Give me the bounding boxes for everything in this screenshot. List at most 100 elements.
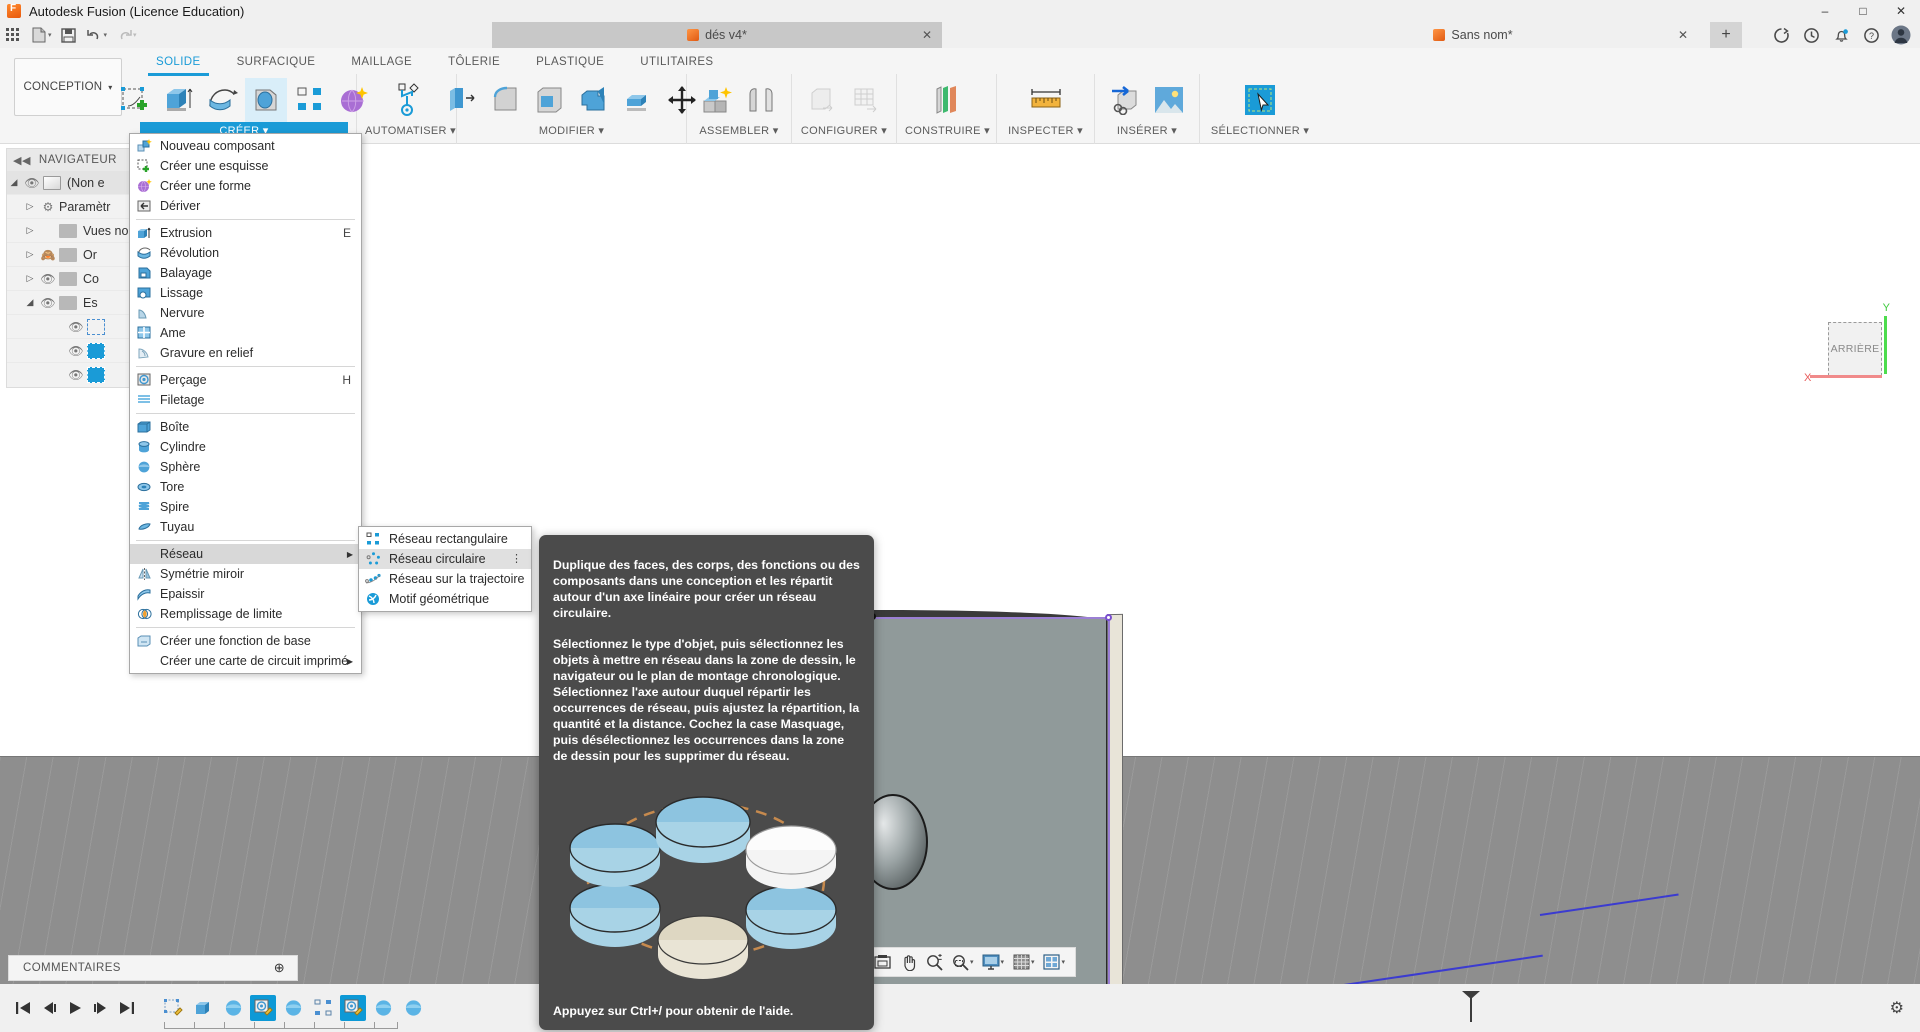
expand-triangle-icon[interactable]: ▷ <box>23 201 37 212</box>
visibility-eye-icon[interactable]: 👁 <box>21 176 43 190</box>
menu-item-gravure-en-relief[interactable]: Gravure en relief <box>130 343 361 363</box>
tab-maillage[interactable]: MAILLAGE <box>333 50 430 74</box>
visibility-eye-icon[interactable]: 👁 <box>65 320 87 334</box>
menu-item-filetage[interactable]: Filetage <box>130 390 361 410</box>
timeline-feature-extrude[interactable] <box>190 995 216 1021</box>
menu-item-balayage[interactable]: Balayage <box>130 263 361 283</box>
timeline-settings-gear-icon[interactable]: ⚙ <box>1890 998 1904 1018</box>
collapse-browser-icon[interactable]: ◀◀ <box>13 154 31 167</box>
pattern-button[interactable] <box>289 78 331 122</box>
minimize-button[interactable]: – <box>1806 0 1844 22</box>
panel-inserer-label[interactable]: INSÉRER ▾ <box>1103 122 1191 140</box>
extrude-button[interactable] <box>157 78 199 122</box>
recent-history-icon[interactable] <box>1796 22 1826 48</box>
visibility-eye-icon[interactable]: 👁 <box>65 368 87 382</box>
menu-item-deriver[interactable]: Dériver <box>130 196 361 216</box>
select-button[interactable] <box>1239 78 1281 122</box>
tab-tolerie[interactable]: TÔLERIE <box>430 50 518 74</box>
timeline-feature-hole-selected[interactable] <box>250 995 276 1021</box>
revolve-button[interactable] <box>201 78 243 122</box>
submenu-item-motif-geometrique[interactable]: Motif géométrique <box>359 589 531 609</box>
menu-item-creer-fonction-de-base[interactable]: Créer une fonction de base <box>130 631 361 651</box>
submenu-item-reseau-circulaire[interactable]: Réseau circulaire ⋮ <box>359 549 531 569</box>
zoom-icon[interactable] <box>921 949 947 975</box>
document-tab-close-icon[interactable]: ✕ <box>922 28 932 42</box>
joint-button[interactable] <box>740 78 782 122</box>
visibility-eye-icon[interactable]: 👁 <box>37 272 59 286</box>
visibility-eye-icon[interactable]: 👁 <box>65 344 87 358</box>
view-cube-face-label[interactable]: ARRIÈRE <box>1828 322 1882 376</box>
new-component-button[interactable] <box>696 78 738 122</box>
menu-item-epaissir[interactable]: Epaissir <box>130 584 361 604</box>
save-icon[interactable] <box>56 24 82 46</box>
menu-item-tuyau[interactable]: Tuyau <box>130 517 361 537</box>
timeline-feature-hole-selected[interactable] <box>340 995 366 1021</box>
vertex-point[interactable] <box>1105 614 1112 621</box>
add-comment-icon[interactable]: ⊕ <box>274 960 285 976</box>
menu-item-reseau[interactable]: Réseau ▶ <box>130 544 361 564</box>
combine-button[interactable] <box>573 78 615 122</box>
visibility-eye-hidden-icon[interactable]: 🙈 <box>37 248 59 262</box>
timeline-feature-fillet[interactable] <box>400 995 426 1021</box>
menu-item-revolution[interactable]: Révolution <box>130 243 361 263</box>
construction-plane-button[interactable] <box>926 78 968 122</box>
timeline-feature-fillet[interactable] <box>220 995 246 1021</box>
menu-item-tore[interactable]: Tore <box>130 477 361 497</box>
new-document-tab-button[interactable]: + <box>1710 22 1742 48</box>
offset-face-button[interactable] <box>617 78 659 122</box>
redo-caret-icon[interactable]: ▾ <box>133 31 137 39</box>
submenu-overflow-icon[interactable]: ⋮ <box>511 553 522 564</box>
menu-item-creer-carte-circuit-imprime[interactable]: Créer une carte de circuit imprimé ▶ <box>130 651 361 671</box>
comments-panel[interactable]: COMMENTAIRES ⊕ <box>8 955 298 981</box>
expand-triangle-icon[interactable]: ◢ <box>23 297 37 308</box>
new-document-caret-icon[interactable]: ▾ <box>48 31 52 39</box>
maximize-button[interactable]: □ <box>1844 0 1882 22</box>
timeline-go-to-end-button[interactable] <box>114 994 140 1022</box>
menu-item-lissage[interactable]: Lissage <box>130 283 361 303</box>
document-tab-close-icon[interactable]: ✕ <box>1678 28 1688 42</box>
sweep-button[interactable] <box>245 78 287 122</box>
close-window-button[interactable]: ✕ <box>1882 0 1920 22</box>
user-avatar[interactable] <box>1886 22 1916 48</box>
menu-item-remplissage-de-limite[interactable]: Remplissage de limite <box>130 604 361 624</box>
menu-item-sphere[interactable]: Sphère <box>130 457 361 477</box>
press-pull-button[interactable] <box>441 78 483 122</box>
menu-item-boite[interactable]: Boîte <box>130 417 361 437</box>
configure-design-button[interactable] <box>801 78 843 122</box>
viewports-caret-icon[interactable]: ▾ <box>1062 958 1066 966</box>
automate-button[interactable] <box>386 78 428 122</box>
menu-item-creer-esquisse[interactable]: Créer une esquisse <box>130 156 361 176</box>
menu-item-symetrie-miroir[interactable]: Symétrie miroir <box>130 564 361 584</box>
pattern-submenu[interactable]: Réseau rectangulaire Réseau circulaire ⋮… <box>358 526 532 612</box>
measure-button[interactable] <box>1025 78 1067 122</box>
timeline-end-marker[interactable] <box>1458 989 1484 1023</box>
insert-canvas-button[interactable] <box>1148 78 1190 122</box>
timeline-feature-fillet[interactable] <box>370 995 396 1021</box>
panel-assembler-label[interactable]: ASSEMBLER ▾ <box>695 122 783 140</box>
expand-triangle-icon[interactable]: ▷ <box>23 273 37 284</box>
tab-surfacique[interactable]: SURFACIQUE <box>219 50 334 74</box>
display-settings-caret-icon[interactable]: ▾ <box>1001 958 1005 966</box>
timeline-feature-fillet[interactable] <box>280 995 306 1021</box>
expand-triangle-icon[interactable]: ▷ <box>23 249 37 260</box>
timeline-play-button[interactable] <box>62 994 88 1022</box>
visibility-eye-icon[interactable]: 👁 <box>37 296 59 310</box>
panel-modifier-label[interactable]: MODIFIER ▾ <box>465 122 678 140</box>
submenu-item-reseau-rectangulaire[interactable]: Réseau rectangulaire <box>359 529 531 549</box>
zoom-window-caret-icon[interactable]: ▾ <box>970 958 974 966</box>
pan-icon[interactable] <box>895 949 921 975</box>
view-cube[interactable]: ARRIÈRE Y X <box>1804 302 1890 384</box>
workspace-selector[interactable]: CONCEPTION ▾ <box>14 58 122 116</box>
app-grid-icon[interactable] <box>0 24 26 46</box>
timeline-go-to-start-button[interactable] <box>10 994 36 1022</box>
tab-solide[interactable]: SOLIDE <box>138 50 219 76</box>
expand-triangle-icon[interactable]: ▷ <box>23 225 37 236</box>
panel-inspecter-label[interactable]: INSPECTER ▾ <box>1005 122 1086 140</box>
timeline-feature-sketch[interactable] <box>160 995 186 1021</box>
menu-item-nervure[interactable]: Nervure <box>130 303 361 323</box>
timeline-step-back-button[interactable] <box>36 994 62 1022</box>
menu-item-ame[interactable]: Ame <box>130 323 361 343</box>
timeline-feature-rectangular-pattern[interactable] <box>310 995 336 1021</box>
notifications-bell-icon[interactable] <box>1826 22 1856 48</box>
fillet-button[interactable] <box>485 78 527 122</box>
